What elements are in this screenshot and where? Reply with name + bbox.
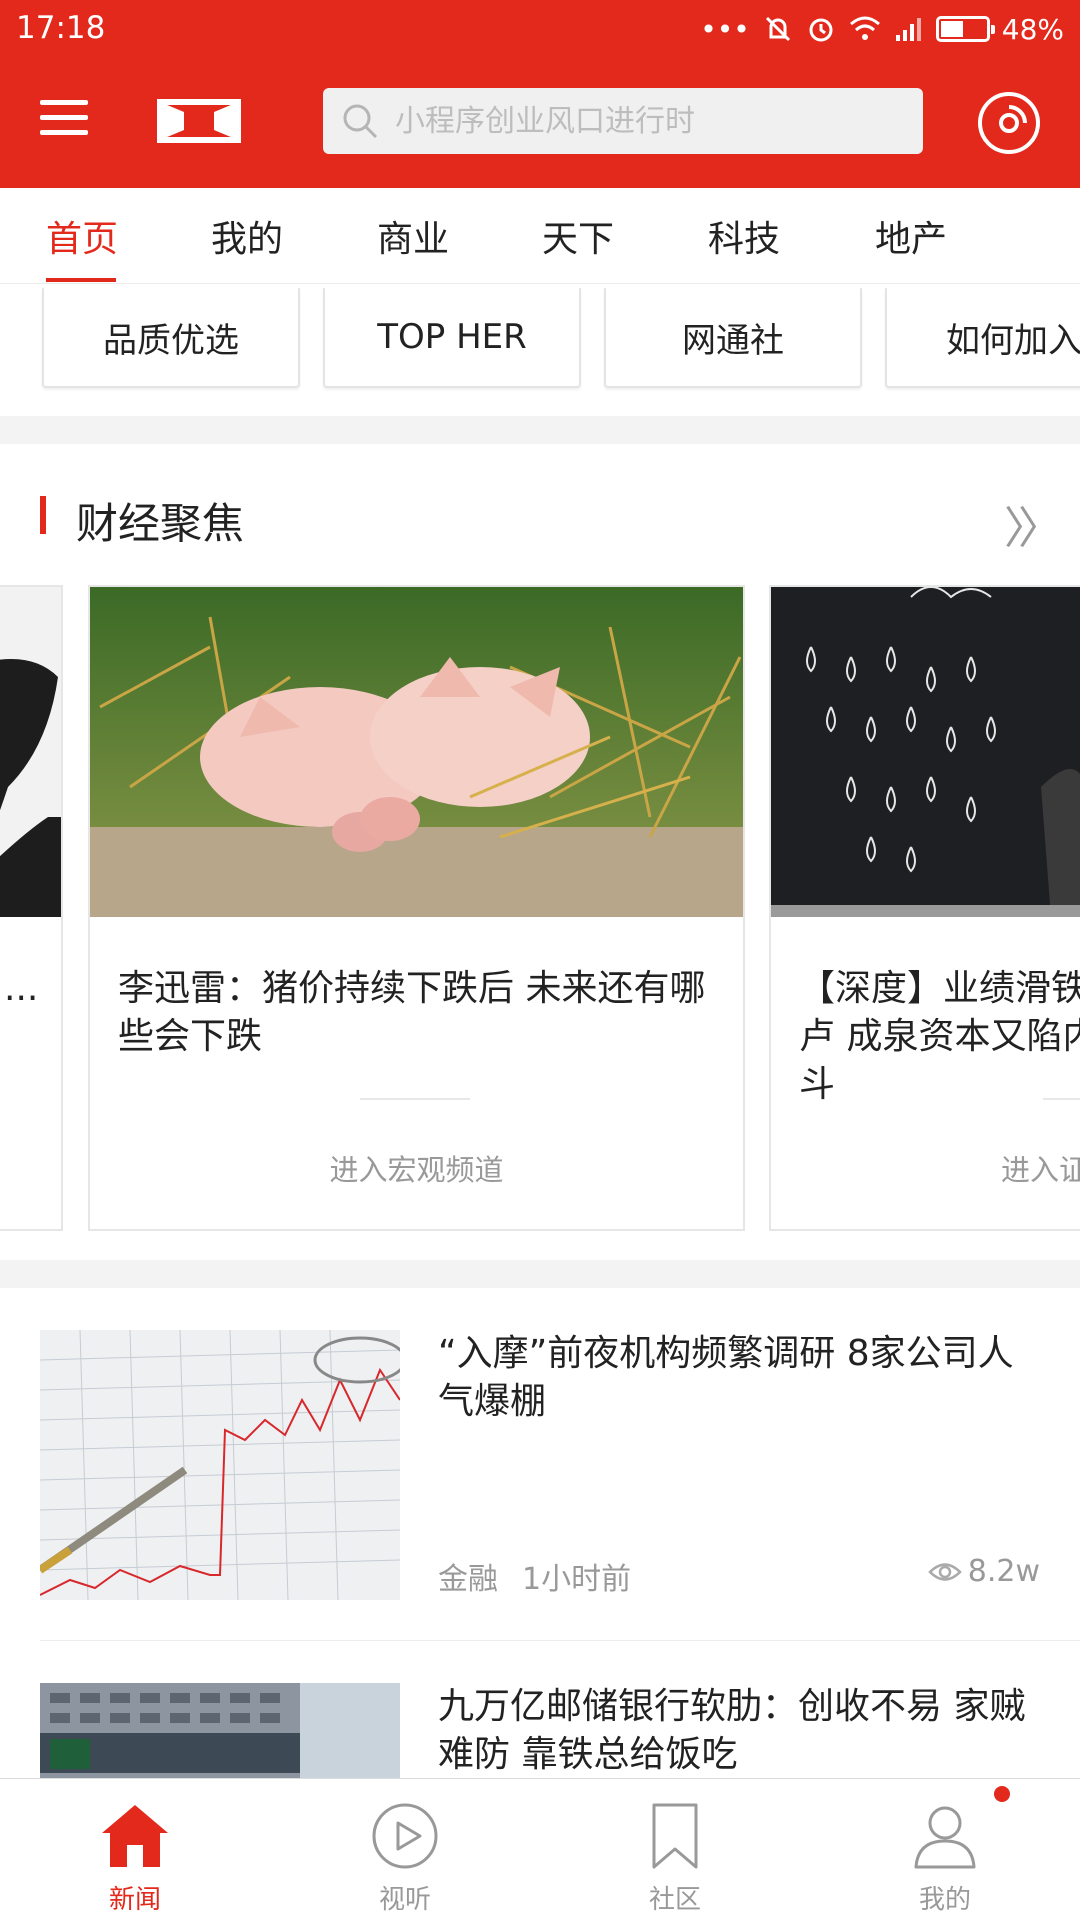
news-meta: 金融 1小时前 xyxy=(438,1554,631,1598)
status-time: 17:18 xyxy=(16,10,106,46)
bottom-navigation: 新闻 视听 社区 我的 xyxy=(0,1778,1080,1920)
more-dots-icon: ••• xyxy=(700,12,750,46)
card-separator xyxy=(360,1098,470,1100)
nav-label: 新闻 xyxy=(108,1885,161,1915)
news-item[interactable]: 九万亿邮储银行软肋：创收不易 家贼难防 靠铁总给饭吃 xyxy=(0,1683,1080,1778)
user-icon xyxy=(914,1806,976,1869)
app-header xyxy=(0,56,1080,188)
row-separator xyxy=(40,1640,1080,1641)
stock-chart-thumbnail xyxy=(40,1330,400,1600)
carousel-card[interactable]: 李迅雷：猪价持续下跌后 未来还有哪些会下跌 进入宏观频道 xyxy=(88,585,745,1231)
section-divider xyxy=(0,1260,1080,1288)
alarm-icon xyxy=(809,18,833,42)
nav-label: 视听 xyxy=(378,1885,431,1915)
notification-badge xyxy=(994,1786,1010,1802)
tab-active-indicator xyxy=(46,278,116,282)
news-title: 九万亿邮储银行软肋：创收不易 家贼难防 靠铁总给饭吃 xyxy=(438,1686,1026,1775)
status-icons: ••• 48% xyxy=(700,9,1064,49)
tab-tech[interactable]: 科技 xyxy=(708,210,780,262)
section-header: 财经聚焦 〉〉 xyxy=(0,446,1080,586)
menu-icon-bar xyxy=(40,130,88,135)
menu-icon-bar xyxy=(40,100,88,105)
tab-realestate[interactable]: 地产 xyxy=(875,210,947,262)
tabs-fade-edge xyxy=(1010,188,1080,282)
nav-label: 我的 xyxy=(918,1885,971,1915)
quick-links: 品质优选 TOP HER 网通社 如何加入 xyxy=(0,286,1080,416)
bookmark-icon xyxy=(652,1803,698,1869)
news-view-count: 8.2w xyxy=(967,1554,1040,1589)
nav-profile[interactable]: 我的 xyxy=(810,1779,1080,1920)
nav-community[interactable]: 社区 xyxy=(540,1779,810,1920)
tab-business[interactable]: 商业 xyxy=(377,210,449,262)
section-divider xyxy=(0,416,1080,444)
nav-news[interactable]: 新闻 xyxy=(0,1779,270,1920)
app-logo-icon[interactable] xyxy=(156,96,242,146)
eye-icon xyxy=(927,1562,962,1581)
carousel-card[interactable]: 【深度】业绩滑铁卢 成泉资本又陷内斗 进入证券频道 xyxy=(769,585,1080,1231)
quick-link-wangtongshe[interactable]: 网通社 xyxy=(604,288,862,388)
card-channel-link[interactable]: 进入宏观频道 xyxy=(90,1147,743,1189)
news-category: 金融 xyxy=(438,1562,498,1597)
signal-icon xyxy=(895,18,921,41)
battery-icon xyxy=(935,16,995,42)
section-title: 财经聚焦 xyxy=(76,499,245,548)
news-item[interactable]: “入摩”前夜机构频繁调研 8家公司人气爆棚 金融 1小时前 8.2w xyxy=(0,1330,1080,1600)
search-input[interactable] xyxy=(395,88,895,154)
search-icon xyxy=(343,104,378,139)
tab-mine[interactable]: 我的 xyxy=(211,210,283,262)
card-separator xyxy=(1043,1098,1080,1100)
audio-radio-icon[interactable] xyxy=(976,90,1042,156)
card-title: 李迅雷：猪价持续下跌后 未来还有哪些会下跌 xyxy=(118,968,706,1057)
card-title: 【深度】业绩滑铁卢 成泉资本又陷内斗 xyxy=(799,968,1080,1105)
tab-home[interactable]: 首页 xyxy=(46,210,118,262)
card-image xyxy=(771,587,1080,917)
wifi-icon xyxy=(849,16,880,40)
quick-link-join[interactable]: 如何加入 xyxy=(885,288,1080,388)
search-bar[interactable] xyxy=(323,88,923,154)
status-bar: 17:18 ••• 48% xyxy=(0,0,1080,56)
menu-button[interactable] xyxy=(40,100,88,144)
featured-carousel[interactable]: ... 李迅雷：猪价持续下跌后 未来还有哪些会下跌 进入宏观频道 【深度】业绩滑… xyxy=(0,585,1080,1231)
category-tabs: 首页 我的 商业 天下 科技 地产 xyxy=(0,188,1080,284)
news-views: 8.2w xyxy=(927,1554,1040,1589)
nav-label: 社区 xyxy=(648,1885,701,1915)
section-accent-bar xyxy=(40,496,46,534)
news-title: “入摩”前夜机构频繁调研 8家公司人气爆棚 xyxy=(438,1333,1014,1422)
quick-link-quality[interactable]: 品质优选 xyxy=(42,288,300,388)
nav-media[interactable]: 视听 xyxy=(270,1779,540,1920)
tab-world[interactable]: 天下 xyxy=(542,210,614,262)
home-icon xyxy=(102,1805,168,1867)
menu-icon-bar xyxy=(40,115,88,120)
card-channel-link[interactable]: 进入证券频道 xyxy=(1001,1147,1080,1189)
card-image xyxy=(0,587,61,917)
play-icon xyxy=(372,1803,438,1869)
pigs-image xyxy=(90,587,743,917)
postal-bank-thumbnail xyxy=(40,1683,400,1778)
news-time: 1小时前 xyxy=(522,1562,632,1597)
quick-link-topher[interactable]: TOP HER xyxy=(323,288,581,388)
mute-vibrate-icon xyxy=(765,16,790,42)
battery-percent: 48% xyxy=(1001,12,1064,46)
double-chevron-right-icon[interactable]: 〉〉 xyxy=(1004,492,1062,556)
carousel-card[interactable]: ... xyxy=(0,585,63,1231)
